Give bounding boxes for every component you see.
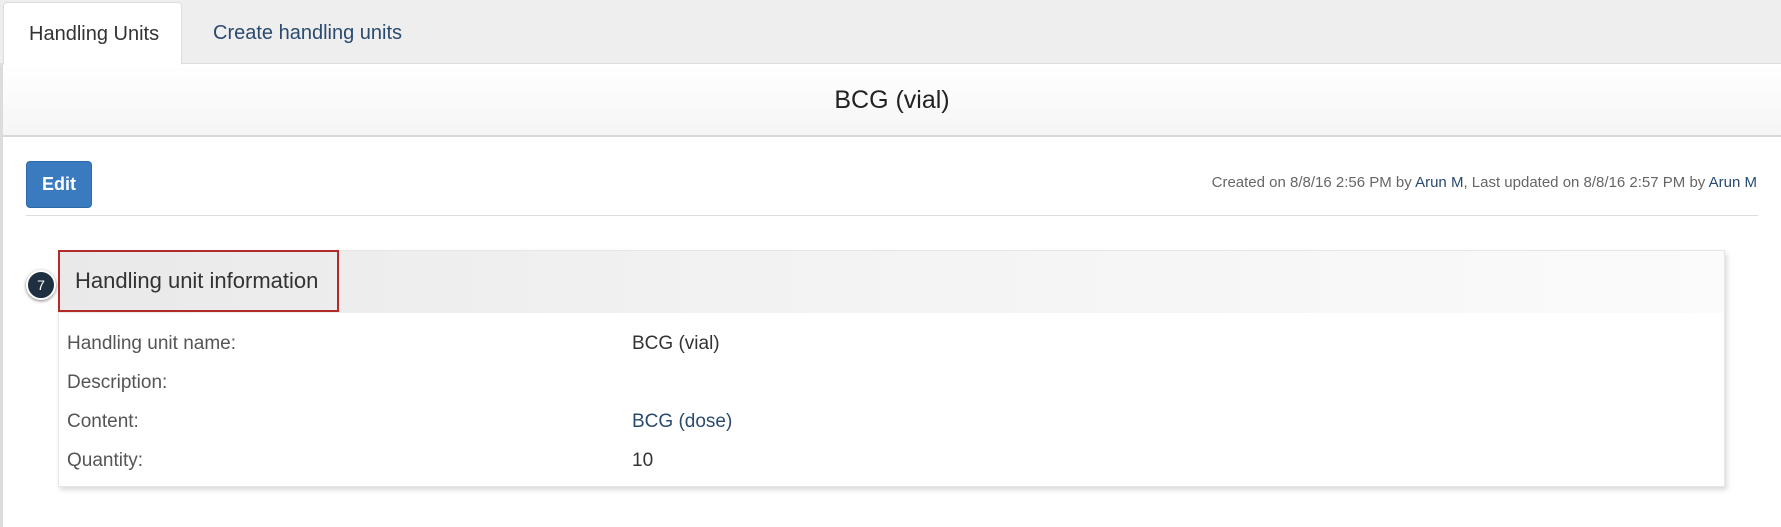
section-title: Handling unit information xyxy=(75,268,319,293)
created-by-link[interactable]: Arun M xyxy=(1415,174,1463,191)
updated-by-link[interactable]: Arun M xyxy=(1709,174,1757,191)
divider xyxy=(26,215,1758,216)
label-handling-unit-name: Handling unit name: xyxy=(67,333,236,354)
label-description: Description: xyxy=(67,372,168,393)
label-quantity: Quantity: xyxy=(67,450,144,471)
updated-text: , Last updated on 8/8/16 2:57 PM by xyxy=(1463,174,1709,191)
audit-info: Created on 8/8/16 2:56 PM by Arun M, Las… xyxy=(1212,174,1757,191)
value-handling-unit-name: BCG (vial) xyxy=(632,333,720,354)
tab-create-handling-units[interactable]: Create handling units xyxy=(188,2,427,65)
created-text: Created on 8/8/16 2:56 PM by xyxy=(1211,174,1416,191)
value-content-link[interactable]: BCG (dose) xyxy=(632,411,732,433)
page-title: BCG (vial) xyxy=(3,65,1781,137)
edit-button[interactable]: Edit xyxy=(26,161,92,208)
tab-handling-units[interactable]: Handling Units xyxy=(3,2,182,65)
value-quantity: 10 xyxy=(632,450,654,471)
step-badge: 7 xyxy=(26,270,56,300)
label-content: Content: xyxy=(67,411,139,432)
tab-bar: Handling Units Create handling units xyxy=(0,0,1781,65)
